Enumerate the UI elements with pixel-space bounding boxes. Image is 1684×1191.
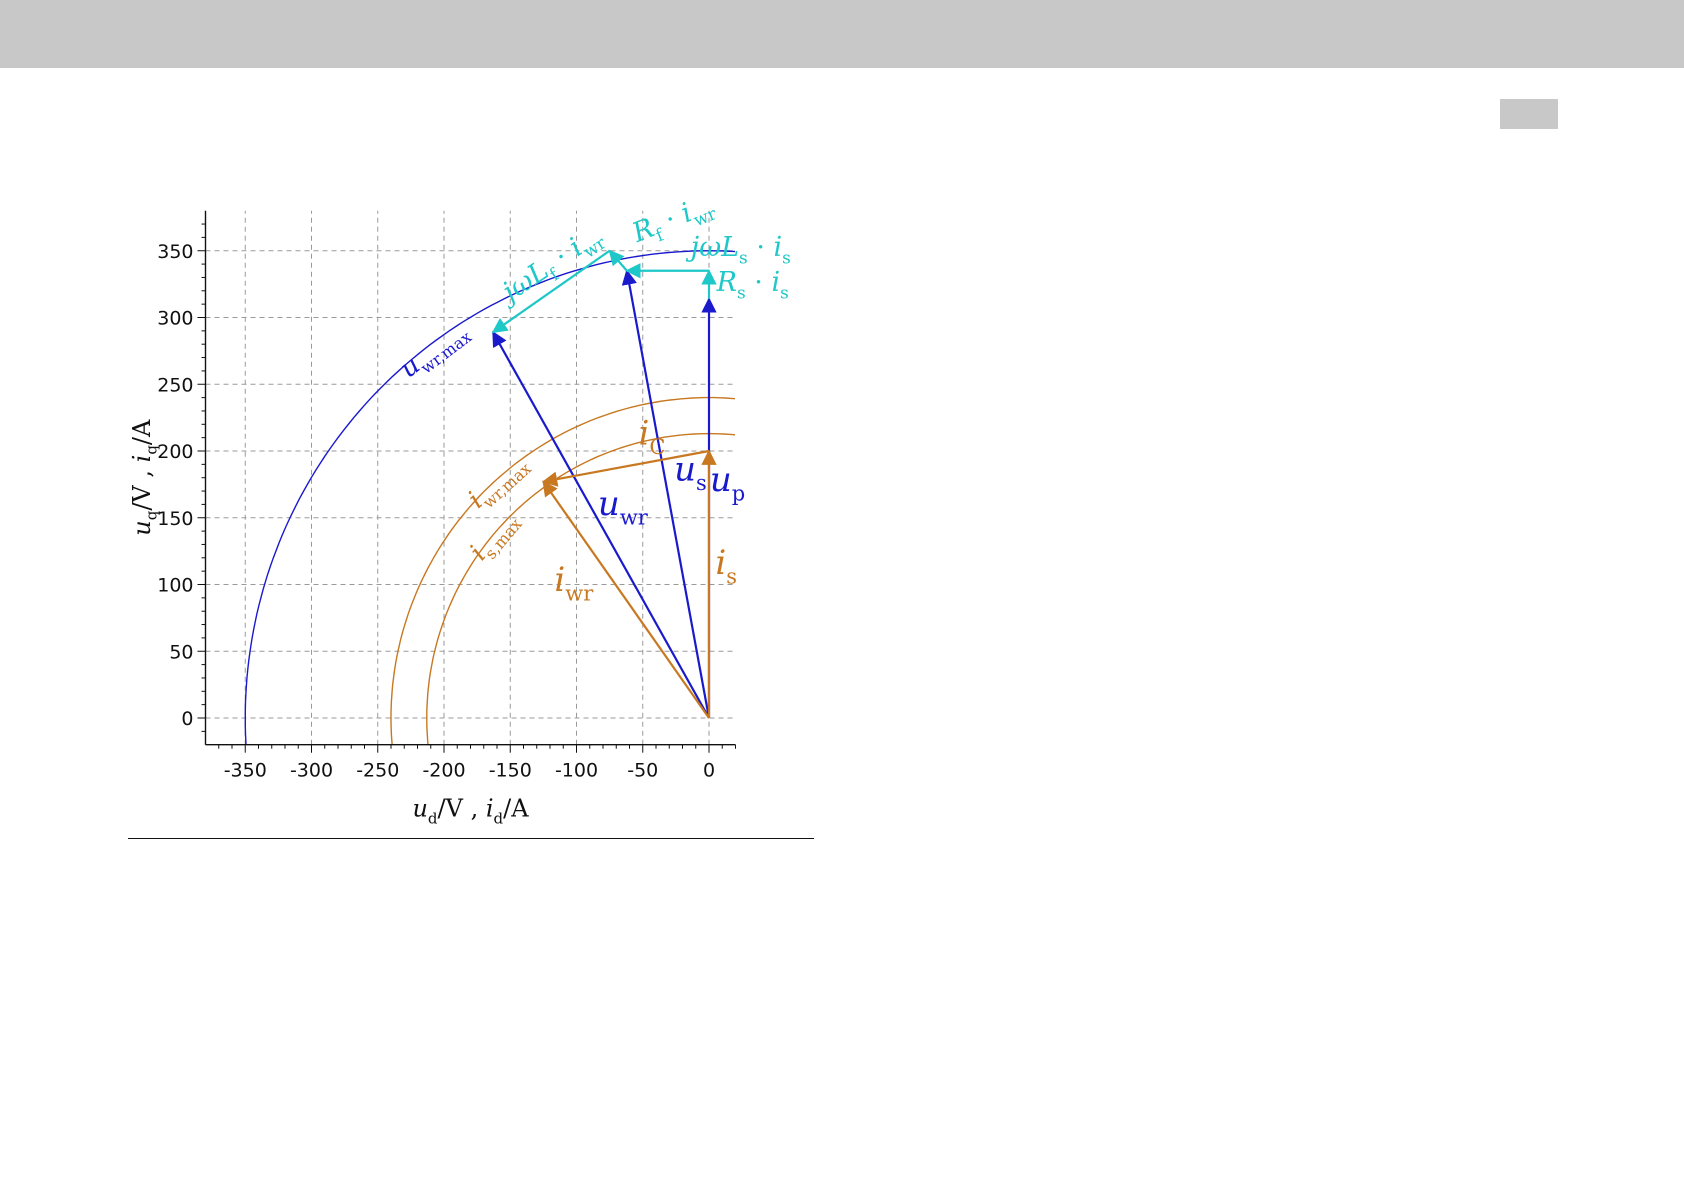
- x-axis-title: ud/V , id/A: [412, 795, 529, 828]
- vector-diagram-chart: -350 -300 -250 -200 -150 -100 -50 0 0 50 100 150 200…: [128, 197, 791, 828]
- circle-label: uwr,max: [394, 315, 475, 388]
- x-tick-label: -300: [290, 760, 333, 782]
- grid-layer: [205, 210, 736, 745]
- y-tick-label: 0: [181, 708, 193, 730]
- circle-label: is,max: [464, 505, 526, 569]
- vector-label-u-wr: uwr: [598, 484, 649, 530]
- x-tick-label: -350: [224, 760, 267, 782]
- x-tick-label: -200: [422, 760, 465, 782]
- x-tick-label: -250: [356, 760, 399, 782]
- vector-label-R-s: Rs · is: [716, 267, 789, 304]
- vector-label-u-s: us: [674, 449, 707, 495]
- vector-label-u-p: up: [710, 460, 745, 506]
- y-tick-label: 50: [169, 641, 193, 663]
- vector-u-wr: [492, 330, 710, 719]
- label-layer: uwr,maxiwr,maxis,maxupusuwrisiwriCRs · i…: [394, 197, 791, 606]
- vector-label-i-s: is: [715, 543, 737, 589]
- vector-label-i-wr: iwr: [554, 560, 594, 606]
- x-tick-label: 0: [703, 760, 715, 782]
- y-tick-label: 300: [157, 308, 193, 330]
- x-tick-label: -150: [489, 760, 532, 782]
- x-tick-label: -100: [555, 760, 598, 782]
- y-tick-label: 200: [157, 441, 193, 463]
- vector-label-i-C: iC: [639, 413, 666, 459]
- y-tick-label: 350: [157, 241, 193, 263]
- y-tick-label: 100: [157, 575, 193, 597]
- y-axis-title: uq/V , iq/A: [128, 419, 161, 536]
- y-tick-label: 250: [157, 374, 193, 396]
- x-tick-label: -50: [627, 760, 658, 782]
- y-tick-label: 150: [157, 508, 193, 530]
- vector-label-jL-s: jωLs · is: [686, 232, 791, 269]
